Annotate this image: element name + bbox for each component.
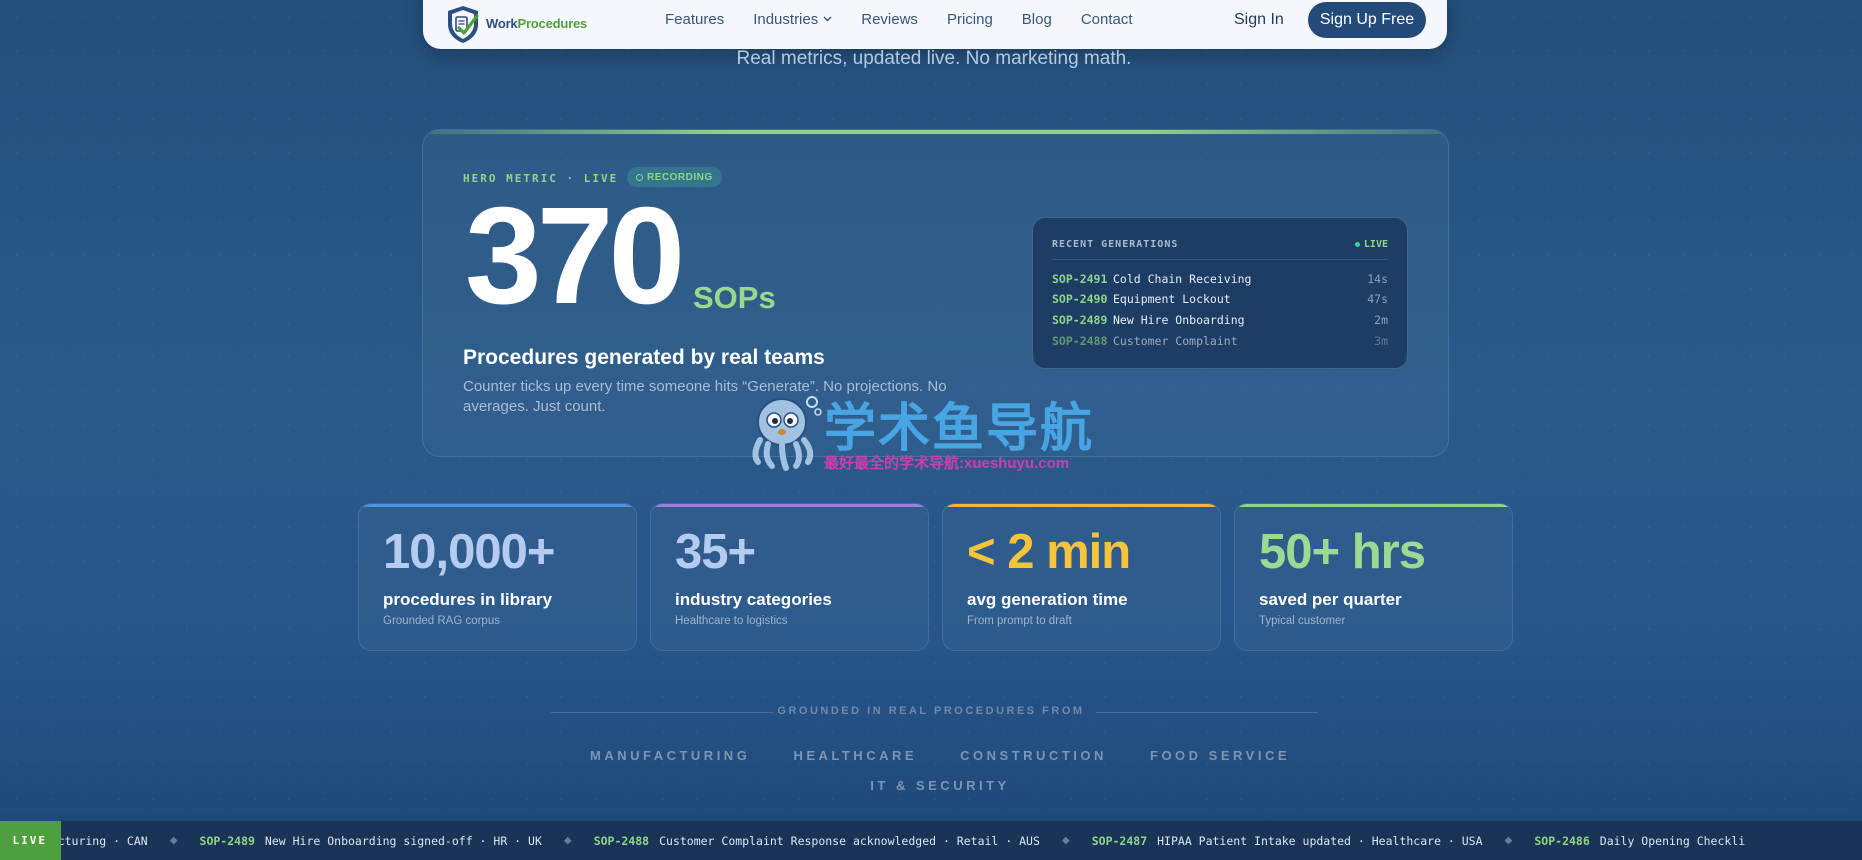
stat-card-generation-time: < 2 min avg generation time From prompt … <box>942 503 1221 651</box>
stat-value: < 2 min <box>967 525 1131 579</box>
recent-row[interactable]: SOP-2491 Cold Chain Receiving 14s <box>1052 270 1388 288</box>
industry-item: HEALTHCARE <box>793 748 918 763</box>
recent-row-name: Cold Chain Receiving <box>1113 272 1252 286</box>
hero-heading: Procedures generated by real teams <box>463 346 825 369</box>
stat-value: 10,000+ <box>383 525 555 579</box>
hero-metric-unit: SOPs <box>693 280 776 315</box>
industry-list: MANUFACTURING HEALTHCARE CONSTRUCTION FO… <box>560 741 1320 801</box>
live-badge: LIVE <box>0 821 61 860</box>
nav-link-industries-label: Industries <box>753 11 819 28</box>
nav-link-pricing[interactable]: Pricing <box>947 11 993 28</box>
stat-sublabel: From prompt to draft <box>967 615 1072 627</box>
sources-title: GROUNDED IN REAL PROCEDURES FROM <box>777 705 1085 717</box>
stat-value: 35+ <box>675 525 756 579</box>
logo-text-procedures: Procedures <box>517 16 588 31</box>
ticker-item-text: HIPAA Patient Intake updated · Healthcar… <box>1157 833 1483 848</box>
live-indicator-label: LIVE <box>1363 239 1388 250</box>
ticker-item-text: New Hire Onboarding signed-off · HR · UK <box>264 833 542 848</box>
ticker-item-id: SOP-2489 <box>199 833 255 848</box>
nav-links: Features Industries Reviews Pricing Blog… <box>665 11 1162 28</box>
stat-card-hours-saved: 50+ hrs saved per quarter Typical custom… <box>1234 503 1513 651</box>
stat-label: saved per quarter <box>1259 590 1402 609</box>
stat-label: industry categories <box>675 590 832 609</box>
ticker-item[interactable]: SOP-2488 Customer Complaint Response ackn… <box>594 834 1040 848</box>
ticker-item-id: SOP-2488 <box>593 833 650 848</box>
industry-item: FOOD SERVICE <box>1150 748 1291 763</box>
ticker-item[interactable]: SOP-2487 HIPAA Patient Intake updated · H… <box>1092 834 1483 848</box>
ticker-item-id: SOP-2486 <box>1534 833 1590 848</box>
ticker-track: nufacturing · CAN ◆ SOP-2489 New Hire Onb… <box>30 821 1745 860</box>
stat-label: procedures in library <box>383 590 553 609</box>
ticker-item-id: SOP-2487 <box>1091 833 1148 848</box>
recent-row-name: Customer Complaint <box>1113 334 1238 348</box>
ticker-fade <box>1742 821 1862 860</box>
octopus-logo-icon <box>752 396 822 471</box>
stat-card-industries: 35+ industry categories Healthcare to lo… <box>650 503 929 651</box>
stat-sublabel: Typical customer <box>1259 615 1346 627</box>
recent-row[interactable]: SOP-2490 Equipment Lockout 47s <box>1052 290 1388 308</box>
diamond-icon: ◆ <box>1504 833 1513 848</box>
stat-card-library: 10,000+ procedures in library Grounded R… <box>358 503 637 651</box>
hero-metric-value: 370 <box>465 179 685 333</box>
recent-row[interactable]: SOP-2489 New Hire Onboarding 2m <box>1052 311 1388 329</box>
recent-row-id: SOP-2491 <box>1052 272 1108 286</box>
stat-accent-bar <box>651 504 928 507</box>
watermark-title: 学术鱼导航 <box>824 386 1094 461</box>
stat-sublabel: Healthcare to logistics <box>675 615 788 627</box>
industry-item: IT & SECURITY <box>870 778 1010 793</box>
shield-check-icon <box>448 5 479 43</box>
recent-row-id: SOP-2489 <box>1052 313 1108 327</box>
recent-row-time: 3m <box>1374 334 1388 348</box>
recent-row-name: Equipment Lockout <box>1113 292 1231 306</box>
diamond-icon: ◆ <box>1061 833 1070 848</box>
recent-generations-panel: RECENT GENERATIONS LIVE SOP-2491 Cold Ch… <box>1032 217 1408 369</box>
top-navbar: WorkProcedures Features Industries Revie… <box>423 0 1447 49</box>
nav-link-industries[interactable]: Industries <box>753 11 832 28</box>
watermark-title-text: 学术鱼导航 <box>824 400 1095 458</box>
stat-accent-bar <box>359 504 636 507</box>
recent-row-name: New Hire Onboarding <box>1113 313 1245 327</box>
chevron-down-icon <box>823 14 832 25</box>
logo[interactable]: WorkProcedures <box>444 4 587 44</box>
ticker-item-text: Customer Complaint Response acknowledged… <box>659 833 1040 848</box>
live-indicator: LIVE <box>1354 239 1388 250</box>
recent-row-time: 2m <box>1374 313 1388 327</box>
nav-link-reviews[interactable]: Reviews <box>861 11 918 28</box>
industry-item: CONSTRUCTION <box>960 748 1107 763</box>
industry-item: MANUFACTURING <box>589 748 751 763</box>
diamond-icon: ◆ <box>563 833 572 848</box>
nav-link-features[interactable]: Features <box>665 11 724 28</box>
logo-text-work: Work <box>486 16 518 31</box>
ticker-item-text: Daily Opening Checkli <box>1599 833 1746 848</box>
hero-accent-bar <box>423 130 1448 134</box>
watermark-subtitle: 最好最全的学术导航:xueshuyu.com <box>824 455 1070 472</box>
sign-up-button[interactable]: Sign Up Free <box>1308 2 1426 38</box>
ticker-item[interactable]: SOP-2489 New Hire Onboarding signed-off ·… <box>200 834 542 848</box>
stat-sublabel: Grounded RAG corpus <box>383 615 500 627</box>
recent-row-time: 14s <box>1367 272 1388 286</box>
recent-row-id: SOP-2490 <box>1052 292 1108 306</box>
live-badge-label: LIVE <box>12 834 47 847</box>
recent-row[interactable]: SOP-2488 Customer Complaint 3m <box>1052 332 1388 350</box>
ticker-item[interactable]: SOP-2486 Daily Opening Checkli <box>1534 834 1745 848</box>
recent-row-id: SOP-2488 <box>1052 334 1108 348</box>
recent-row-time: 47s <box>1367 292 1388 306</box>
stat-accent-bar <box>943 504 1220 507</box>
diamond-icon: ◆ <box>169 833 178 848</box>
nav-link-contact[interactable]: Contact <box>1081 11 1133 28</box>
stat-label: avg generation time <box>967 590 1128 609</box>
watermark: 学术鱼导航 最好最全的学术导航:xueshuyu.com <box>742 388 1122 472</box>
live-ticker: nufacturing · CAN ◆ SOP-2489 New Hire Onb… <box>0 821 1862 860</box>
stat-value: 50+ hrs <box>1259 525 1426 579</box>
live-dot-icon <box>1354 242 1360 247</box>
nav-link-blog[interactable]: Blog <box>1022 11 1052 28</box>
stat-accent-bar <box>1235 504 1512 507</box>
sign-in-link[interactable]: Sign In <box>1234 11 1284 29</box>
recent-generations-title: RECENT GENERATIONS <box>1052 239 1179 250</box>
divider <box>1052 259 1388 260</box>
logo-text: WorkProcedures <box>486 16 587 31</box>
section-subtitle: Real metrics, updated live. No marketing… <box>736 48 1132 69</box>
